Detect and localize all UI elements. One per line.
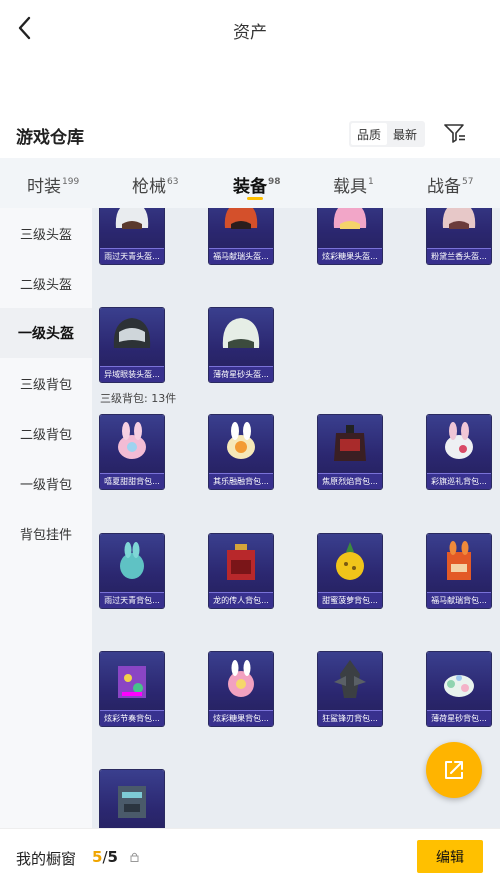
sidebar-item-helmet-3[interactable]: 三级头盔 [0,208,92,258]
helmet-icon [224,208,258,229]
item-card[interactable]: 狂鲨锋刃背包... [318,652,382,726]
warehouse-header: 游戏仓库 品质 最新 [0,115,500,153]
sort-quality[interactable]: 品质 [351,123,387,145]
item-card[interactable]: 炫彩糖果头盔... [318,208,382,264]
tab-equipment[interactable]: 装备98 [233,172,281,197]
sidebar-item-backpack-3[interactable]: 三级背包 [0,358,92,408]
item-grid: 雨过天青头盔... 福马献瑞头盔... 炫彩糖果头盔... 粉黛兰香头盔... … [92,208,500,828]
sidebar: 三级头盔 二级头盔 一级头盔 三级背包 二级背包 一级背包 背包挂件 [0,208,92,828]
page-title: 资产 [233,23,267,43]
helmet-icon [222,318,260,348]
filter-button[interactable] [443,121,467,145]
backpack-icon [336,542,364,580]
sort-newest[interactable]: 最新 [387,123,423,145]
item-card[interactable]: 雨过天青头盔... [100,208,164,264]
helmet-icon [333,208,367,229]
item-card[interactable]: 福马献瑞背包... [427,534,491,608]
backpack-icon [118,786,146,818]
item-card[interactable]: 嘻夏甜甜背包... [100,415,164,489]
tab-guns[interactable]: 枪械63 [132,172,178,197]
item-card[interactable]: 福马献瑞头盔... [209,208,273,264]
helmet-icon [442,208,476,229]
helmet-icon [113,318,151,348]
section-title: 游戏仓库 [16,128,84,148]
showcase-label: 我的橱窗 [16,850,77,868]
sidebar-item-helmet-1[interactable]: 一级头盔 [0,308,92,358]
sidebar-item-backpack-charm[interactable]: 背包挂件 [0,508,92,558]
item-card[interactable]: 异域眼装头盔... [100,308,164,382]
item-card[interactable]: 薄荷星砂头盔... [209,308,273,382]
backpack-icon [445,422,473,459]
filter-icon [444,124,465,143]
item-card[interactable] [100,770,164,828]
item-card[interactable]: 炫彩糖果背包... [209,652,273,726]
item-card[interactable]: 甜蜜菠萝背包... [318,534,382,608]
item-card[interactable]: 其乐融融背包... [209,415,273,489]
item-card[interactable]: 粉黛兰香头盔... [427,208,491,264]
tab-combat-supplies[interactable]: 战备57 [427,172,473,197]
backpack-icon [118,422,146,459]
edit-button[interactable]: 编辑 [417,840,483,873]
sidebar-item-helmet-2[interactable]: 二级头盔 [0,258,92,308]
showcase-count: 5/5 [92,848,118,866]
item-card[interactable]: 龙的传人背包... [209,534,273,608]
tab-fashion[interactable]: 时装199 [27,172,79,197]
helmet-icon [115,208,149,229]
backpack-icon [334,425,366,461]
sidebar-item-backpack-2[interactable]: 二级背包 [0,408,92,458]
backpack-icon [444,675,474,697]
active-tab-indicator [247,197,263,200]
item-card[interactable]: 彩旗巡礼背包... [427,415,491,489]
bottom-bar: 我的橱窗 5/5 编辑 [0,828,500,885]
item-card[interactable]: 雨过天青背包... [100,534,164,608]
backpack-icon [227,422,255,459]
item-card[interactable]: 焦原烈焰背包... [318,415,382,489]
sidebar-item-backpack-1[interactable]: 一级背包 [0,458,92,508]
sort-toggle: 品质 最新 [349,121,425,147]
share-button[interactable] [426,742,482,798]
lock-icon [130,852,139,865]
category-tabs: 时装199 枪械63 装备98 载具1 战备57 [0,158,500,208]
backpack-icon [120,542,144,579]
top-bar: 资产 [0,0,500,60]
share-icon [445,761,463,779]
tab-vehicles[interactable]: 载具1 [333,172,374,197]
item-card[interactable]: 薄荷星砂背包... [427,652,491,726]
item-card[interactable]: 炫彩节奏背包... [100,652,164,726]
backpack-icon [228,660,254,697]
backpack-icon [334,660,366,698]
backpack-icon [227,544,255,580]
backpack-icon [118,666,146,698]
group-header: 三级背包: 13件 [100,392,177,405]
backpack-icon [447,541,471,580]
